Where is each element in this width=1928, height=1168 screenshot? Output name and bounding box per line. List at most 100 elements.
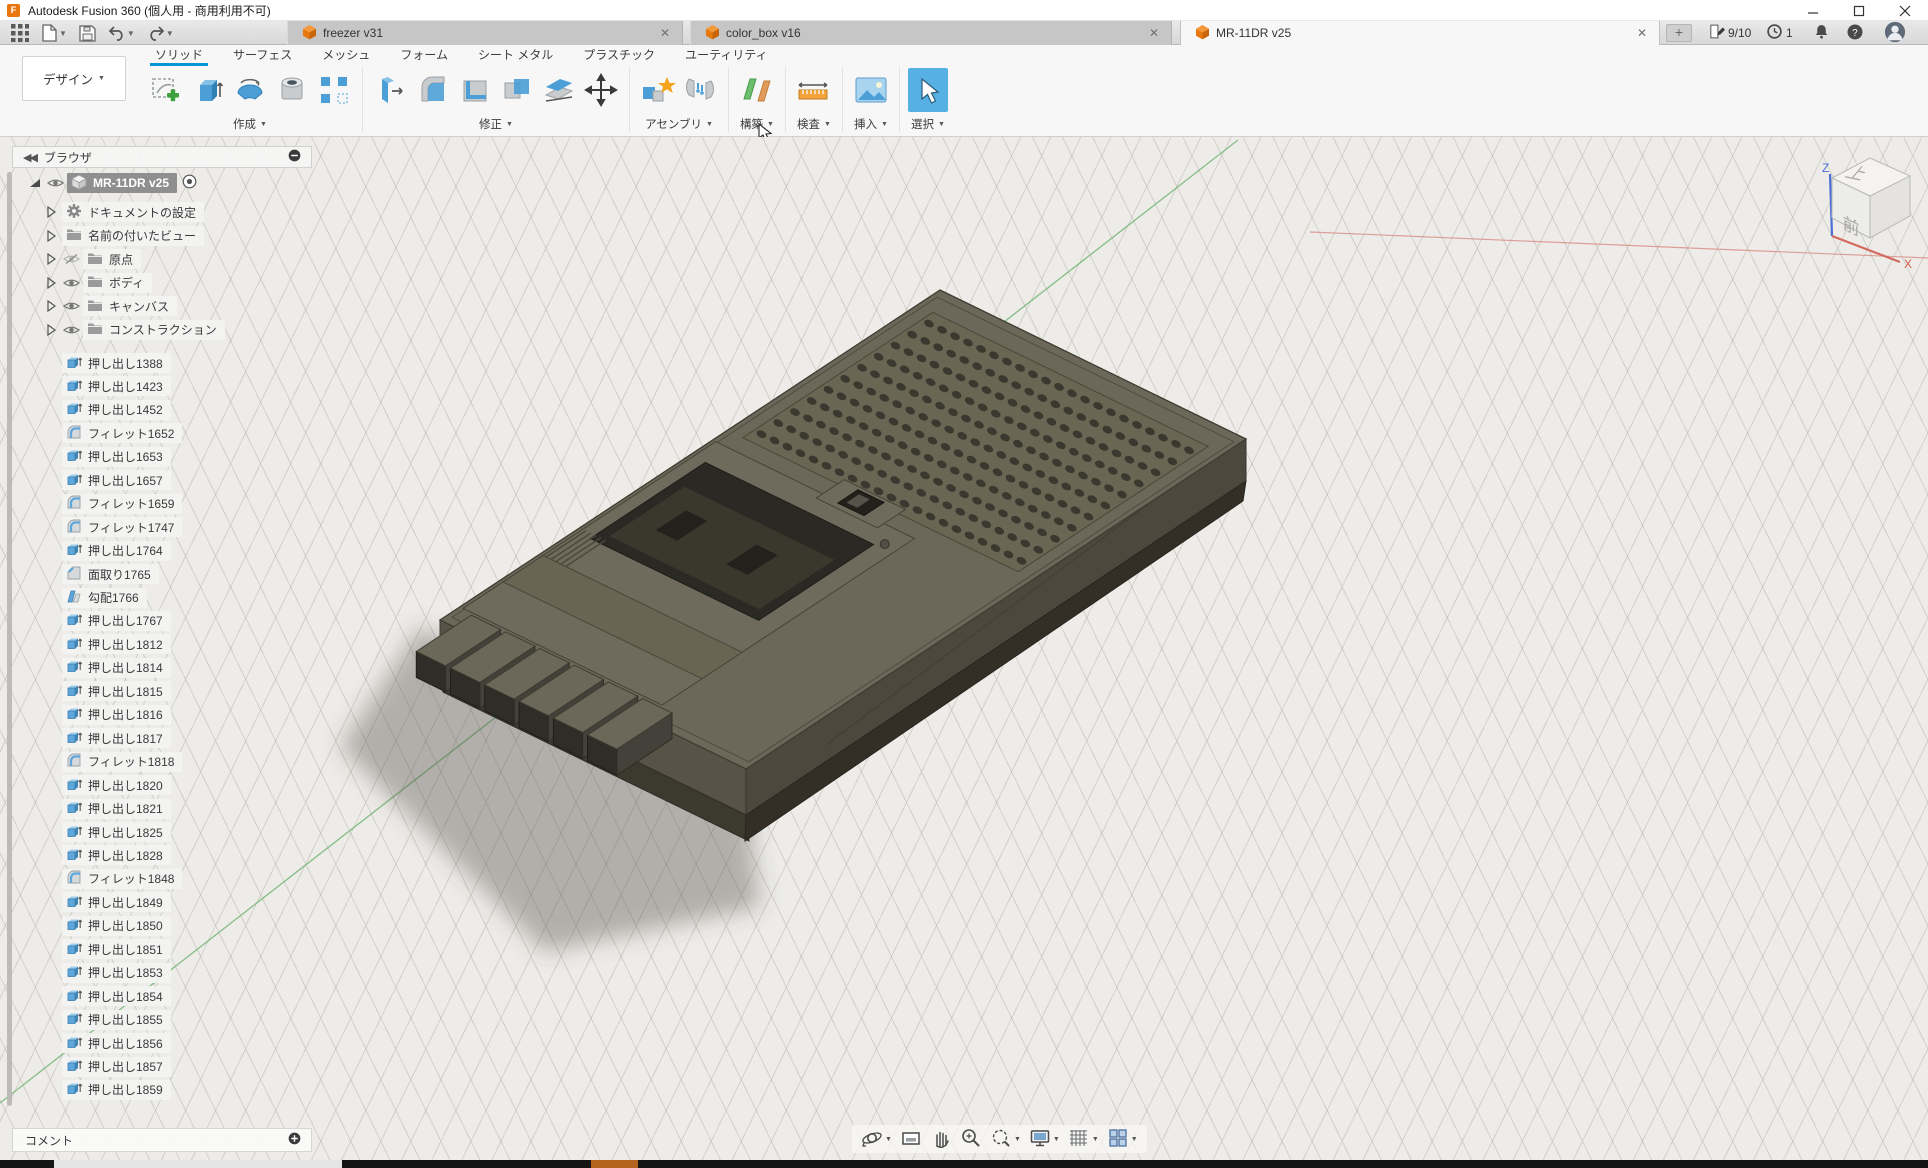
expand-caret[interactable] xyxy=(44,300,58,312)
feature-row[interactable]: フィレット1652 xyxy=(62,423,182,443)
feature-row[interactable]: 勾配1766 xyxy=(62,588,147,608)
browser-folder-row[interactable]: 名前の付いたビュー xyxy=(44,226,204,246)
pan-button[interactable] xyxy=(927,1125,955,1154)
split-button[interactable] xyxy=(539,68,579,112)
workspace-dropdown[interactable]: デザイン ▼ xyxy=(22,56,126,101)
zoom-button[interactable] xyxy=(957,1125,985,1154)
doc-tab-freezer-v31[interactable]: freezer v31✕ xyxy=(287,21,683,45)
feature-row[interactable]: 押し出し1817 xyxy=(62,728,171,748)
close-tab-icon[interactable]: ✕ xyxy=(1635,26,1649,40)
browser-folder-row[interactable]: 原点 xyxy=(44,249,141,269)
env-tab-[interactable]: メッシュ xyxy=(307,47,385,65)
look-at-button[interactable] xyxy=(897,1125,925,1154)
fit-button[interactable]: ▼ xyxy=(987,1125,1024,1154)
close-button[interactable] xyxy=(1882,0,1928,21)
insert-image-button[interactable] xyxy=(851,68,891,112)
feature-row[interactable]: 押し出し1657 xyxy=(62,470,171,490)
ribbon-group-dropdown[interactable]: 構築▼ xyxy=(740,115,774,133)
construction-plane-button[interactable] xyxy=(737,68,777,112)
expand-caret[interactable] xyxy=(28,177,42,189)
feature-row[interactable]: 押し出し1814 xyxy=(62,658,171,678)
hole-button[interactable] xyxy=(272,68,312,112)
pattern-button[interactable] xyxy=(314,68,354,112)
notifications-button[interactable] xyxy=(1813,21,1830,45)
feature-row[interactable]: 押し出し1857 xyxy=(62,1057,171,1077)
feature-row[interactable]: フィレット1848 xyxy=(62,869,182,889)
env-tab-[interactable]: サーフェス xyxy=(218,47,307,65)
ribbon-group-dropdown[interactable]: 挿入▼ xyxy=(854,115,888,133)
feature-row[interactable]: 押し出し1849 xyxy=(62,892,171,912)
eye-icon[interactable] xyxy=(62,300,80,312)
browser-minimize-icon[interactable] xyxy=(288,149,301,165)
save-icon[interactable] xyxy=(76,21,99,45)
feature-row[interactable]: フィレット1659 xyxy=(62,494,182,514)
feature-row[interactable]: 押し出し1820 xyxy=(62,775,171,795)
browser-folder-row[interactable]: ドキュメントの設定 xyxy=(44,202,204,222)
env-tab-[interactable]: ユーティリティ xyxy=(670,47,783,65)
ribbon-group-dropdown[interactable]: 選択▼ xyxy=(911,115,945,133)
env-tab-[interactable]: プラスチック xyxy=(568,47,670,65)
shell-button[interactable] xyxy=(455,68,495,112)
feature-row[interactable]: 押し出し1850 xyxy=(62,916,171,936)
browser-panel-header[interactable]: ◀◀ ブラウザ xyxy=(12,146,312,168)
feature-row[interactable]: 押し出し1815 xyxy=(62,681,171,701)
app-grid-icon[interactable] xyxy=(8,21,32,45)
view-cube[interactable]: Z X 上 前 右 xyxy=(1808,150,1928,270)
feature-row[interactable]: フィレット1747 xyxy=(62,517,182,537)
job-status-badge[interactable]: 1 xyxy=(1766,21,1793,45)
feature-row[interactable]: 押し出し1452 xyxy=(62,400,171,420)
feature-row[interactable]: 押し出し1859 xyxy=(62,1080,171,1100)
user-avatar[interactable] xyxy=(1884,21,1906,45)
press-pull-button[interactable] xyxy=(371,68,411,112)
extrude-button[interactable] xyxy=(188,68,228,112)
new-tab-button[interactable]: + xyxy=(1666,24,1692,42)
feature-row[interactable]: 押し出し1853 xyxy=(62,963,171,983)
measure-button[interactable] xyxy=(794,68,834,112)
move-button[interactable] xyxy=(581,68,621,112)
eye-icon[interactable] xyxy=(46,177,64,189)
viewport-canvas[interactable]: ◀◀ ブラウザ MR-11DR v25ドキュメントの設定名前の付いたビュー原点ボ… xyxy=(0,137,1928,1160)
feature-row[interactable]: 押し出し1854 xyxy=(62,986,171,1006)
edit-quota-badge[interactable]: 9/10 xyxy=(1708,21,1751,45)
activate-target-icon[interactable] xyxy=(182,174,197,192)
collapse-browser-icon[interactable]: ◀◀ xyxy=(23,151,36,164)
browser-folder-row[interactable]: コンストラクション xyxy=(44,320,225,340)
fillet-button[interactable] xyxy=(413,68,453,112)
doc-tab-color_box-v16[interactable]: color_box v16✕ xyxy=(690,21,1172,45)
feature-row[interactable]: 押し出し1828 xyxy=(62,845,171,865)
close-tab-icon[interactable]: ✕ xyxy=(1147,26,1161,40)
feature-row[interactable]: 押し出し1767 xyxy=(62,611,171,631)
undo-icon[interactable]: ▼ xyxy=(105,21,138,45)
feature-row[interactable]: フィレット1818 xyxy=(62,752,182,772)
eye-icon[interactable] xyxy=(62,277,80,289)
redo-icon[interactable]: ▼ xyxy=(144,21,177,45)
ribbon-group-dropdown[interactable]: 検査▼ xyxy=(797,115,831,133)
close-tab-icon[interactable]: ✕ xyxy=(658,26,672,40)
feature-row[interactable]: 押し出し1812 xyxy=(62,634,171,654)
browser-root-row[interactable]: MR-11DR v25 xyxy=(28,173,197,193)
orbit-button[interactable]: ▼ xyxy=(858,1125,895,1154)
help-button[interactable]: ? xyxy=(1846,21,1864,45)
eye-icon[interactable] xyxy=(62,253,80,265)
env-tab-[interactable]: フォーム xyxy=(385,47,463,65)
feature-row[interactable]: 押し出し1851 xyxy=(62,939,171,959)
doc-tab-mr-11dr-v25[interactable]: MR-11DR v25✕ xyxy=(1180,21,1660,45)
browser-folder-row[interactable]: キャンバス xyxy=(44,296,177,316)
ribbon-group-dropdown[interactable]: 作成▼ xyxy=(233,115,267,133)
feature-row[interactable]: 押し出し1816 xyxy=(62,705,171,725)
expand-caret[interactable] xyxy=(44,253,58,265)
minimize-button[interactable] xyxy=(1790,0,1836,21)
file-new-icon[interactable]: ▼ xyxy=(38,21,70,45)
joint-button[interactable] xyxy=(680,68,720,112)
feature-row[interactable]: 面取り1765 xyxy=(62,564,159,584)
expand-caret[interactable] xyxy=(44,277,58,289)
grid-settings-button[interactable]: ▼ xyxy=(1065,1125,1102,1154)
select-cursor-button[interactable] xyxy=(908,68,948,112)
feature-row[interactable]: 押し出し1764 xyxy=(62,541,171,561)
expand-caret[interactable] xyxy=(44,206,58,218)
feature-row[interactable]: 押し出し1825 xyxy=(62,822,171,842)
viewports-button[interactable]: ▼ xyxy=(1104,1125,1141,1154)
feature-row[interactable]: 押し出し1821 xyxy=(62,799,171,819)
feature-row[interactable]: 押し出し1653 xyxy=(62,447,171,467)
ribbon-group-dropdown[interactable]: アセンブリ▼ xyxy=(645,115,713,133)
